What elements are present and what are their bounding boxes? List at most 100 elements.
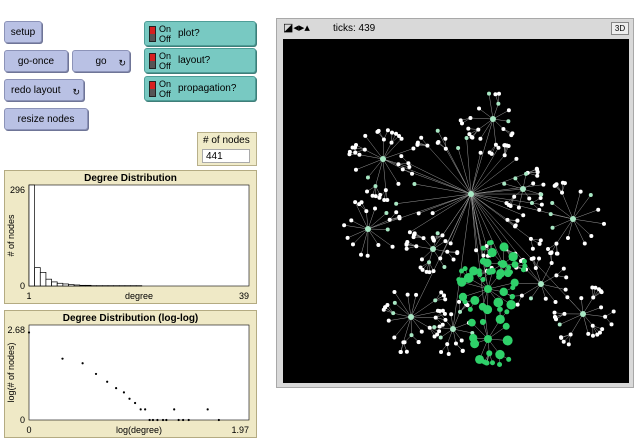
network-node	[560, 190, 565, 195]
histogram-bar	[56, 282, 64, 287]
network-node	[430, 246, 436, 252]
network-node	[561, 266, 566, 271]
network-node	[443, 146, 448, 151]
network-node	[416, 340, 421, 345]
network-node	[509, 133, 514, 138]
network-node	[469, 266, 479, 276]
network-node	[353, 200, 358, 205]
network-node	[414, 244, 419, 249]
network-node	[407, 165, 412, 170]
network-node	[506, 299, 516, 310]
network-node	[436, 140, 441, 145]
network-node	[353, 167, 358, 172]
network-node	[445, 249, 450, 254]
network-node	[470, 135, 475, 140]
network-node	[590, 285, 595, 290]
network-node	[384, 211, 389, 216]
network-node	[376, 128, 381, 133]
network-node	[480, 276, 486, 282]
scatter-point	[27, 331, 31, 334]
ticks-counter: ticks: 439	[333, 23, 376, 34]
y-tick-label: 0	[20, 415, 25, 425]
network-node	[437, 329, 442, 334]
loglog-plot: Degree Distribution (log-log) 2.68 0 0 1.97…	[4, 310, 257, 438]
network-node	[469, 333, 478, 343]
network-node	[528, 236, 533, 241]
y-axis-label: # of nodes	[6, 214, 16, 257]
network-node	[443, 136, 448, 141]
network-node	[381, 137, 386, 142]
network-node	[407, 230, 412, 235]
network-node	[445, 342, 450, 347]
3d-view-button[interactable]: 3D	[611, 22, 629, 35]
network-node	[410, 171, 415, 176]
network-node	[380, 156, 386, 162]
network-node	[405, 292, 410, 297]
switch-on-label: On	[159, 79, 172, 89]
network-node	[559, 335, 564, 340]
network-node	[495, 314, 505, 324]
network-node	[480, 245, 486, 251]
network-node	[550, 225, 555, 230]
network-node	[392, 335, 397, 340]
node-count-monitor: # of nodes 441	[197, 132, 257, 166]
network-node	[596, 207, 601, 212]
network-node	[506, 108, 511, 113]
network-node	[570, 216, 576, 222]
network-node	[460, 348, 465, 353]
scatter-point	[173, 408, 176, 411]
network-node	[438, 256, 443, 261]
network-node	[506, 144, 511, 149]
network-node	[446, 352, 451, 357]
network-node	[435, 231, 440, 236]
network-node	[487, 247, 497, 258]
resize-nodes-button[interactable]: resize nodes	[4, 108, 88, 130]
network-node	[597, 330, 602, 335]
scatter-point	[128, 397, 131, 400]
go-button[interactable]: go ↻	[72, 50, 130, 72]
network-node	[345, 235, 350, 240]
network-node	[599, 290, 604, 295]
plot-area	[28, 184, 250, 287]
network-node	[365, 189, 370, 194]
scatter-point	[106, 380, 109, 383]
network-node	[394, 131, 399, 136]
network-node	[493, 92, 498, 97]
redo-layout-button[interactable]: redo layout ↻	[4, 79, 84, 101]
scatter-point	[182, 418, 185, 422]
plot-switch[interactable]: On Off plot?	[144, 21, 256, 46]
speed-controls-icon[interactable]: ◪◂▸▴	[283, 22, 310, 34]
x-tick-label: 39	[239, 291, 249, 301]
network-node	[365, 253, 370, 258]
network-node	[392, 290, 397, 295]
network-graph[interactable]	[283, 39, 629, 383]
network-node	[390, 244, 395, 249]
histogram-bar	[68, 284, 75, 287]
go-once-button[interactable]: go-once	[4, 50, 68, 72]
network-node	[499, 260, 507, 268]
setup-button[interactable]: setup	[4, 21, 42, 43]
network-node	[588, 193, 593, 198]
scatter-point	[148, 418, 151, 422]
go-once-label: go-once	[17, 55, 55, 67]
loglog-svg: 2.68 00 1.97 log(degree) log(# of nodes)	[6, 324, 250, 435]
network-node	[353, 150, 358, 155]
network-node	[543, 296, 548, 301]
network-node	[404, 349, 409, 354]
scatter-point	[61, 357, 64, 360]
go-label: go	[95, 55, 107, 67]
switch-label: plot?	[178, 28, 200, 39]
network-node	[535, 170, 540, 175]
network-node	[484, 335, 492, 343]
network-node	[537, 256, 542, 261]
x-tick-label: 1.97	[231, 425, 249, 435]
layout-switch[interactable]: On Off layout?	[144, 48, 256, 73]
scatter-point	[177, 418, 180, 422]
network-node	[531, 256, 536, 261]
network-node	[493, 142, 498, 147]
network-node	[404, 246, 409, 251]
propagation-switch[interactable]: On Off propagation?	[144, 76, 256, 101]
network-node	[433, 298, 438, 303]
histogram-svg: 296 01 39 degree # of nodes	[6, 184, 250, 301]
network-node	[538, 238, 543, 243]
